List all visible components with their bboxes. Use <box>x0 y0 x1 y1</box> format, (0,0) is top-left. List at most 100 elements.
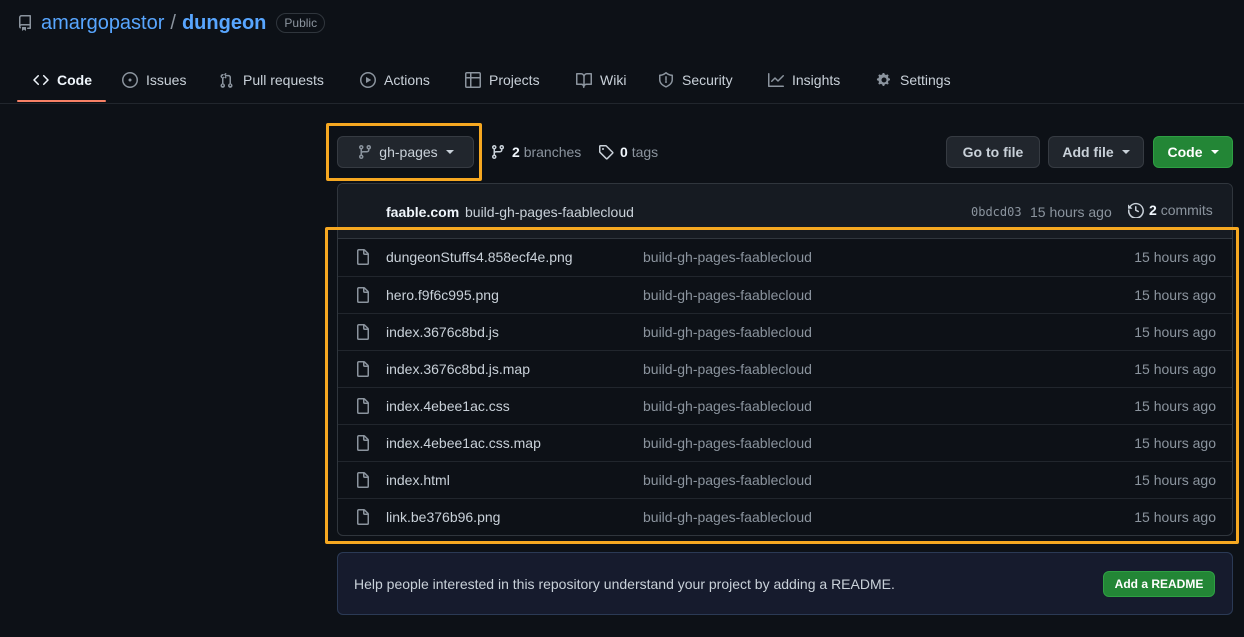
latest-commit-bar: faable.com build-gh-pages-faablecloud 0b… <box>338 184 1232 239</box>
file-commit-message-link[interactable]: build-gh-pages-faablecloud <box>643 361 812 377</box>
tab-label: Pull requests <box>243 71 324 88</box>
file-row[interactable]: index.html build-gh-pages-faablecloud 15… <box>338 461 1232 498</box>
file-row[interactable]: index.3676c8bd.js.map build-gh-pages-faa… <box>338 350 1232 387</box>
add-file-label: Add file <box>1062 144 1114 160</box>
code-button[interactable]: Code <box>1153 136 1233 168</box>
shield-icon <box>658 71 674 88</box>
file-list: faable.com build-gh-pages-faablecloud 0b… <box>337 183 1233 536</box>
repo-name-link[interactable]: dungeon <box>182 12 266 35</box>
tab-label: Settings <box>900 71 951 88</box>
file-icon <box>355 472 371 488</box>
commit-sha-link[interactable]: 0bdcd03 <box>971 205 1022 219</box>
file-icon <box>355 324 371 340</box>
graph-icon <box>768 72 784 88</box>
file-name-link[interactable]: link.be376b96.png <box>386 509 500 525</box>
commits-history-link[interactable]: 2 commits <box>1128 202 1213 218</box>
repo-owner-link[interactable]: amargopastor <box>41 12 164 35</box>
chevron-down-icon <box>1121 150 1130 154</box>
git-branch-icon <box>357 144 373 160</box>
commits-label: commits <box>1160 202 1213 218</box>
commit-message-link[interactable]: build-gh-pages-faablecloud <box>465 204 634 220</box>
repo-path-separator: / <box>170 11 176 34</box>
file-commit-message-link[interactable]: build-gh-pages-faablecloud <box>643 324 812 340</box>
tab-pull-requests[interactable]: Pull requests <box>219 56 324 103</box>
tab-label: Insights <box>792 71 841 88</box>
tab-security[interactable]: Security <box>658 56 733 103</box>
tag-icon <box>598 144 614 160</box>
table-icon <box>465 71 481 88</box>
add-readme-button[interactable]: Add a README <box>1103 571 1215 597</box>
file-name-link[interactable]: hero.f9f6c995.png <box>386 287 499 303</box>
play-icon <box>360 71 376 88</box>
file-commit-message-link[interactable]: build-gh-pages-faablecloud <box>643 287 812 303</box>
file-row[interactable]: index.3676c8bd.js build-gh-pages-faablec… <box>338 313 1232 350</box>
file-icon <box>355 509 371 525</box>
file-name-link[interactable]: index.4ebee1ac.css <box>386 398 510 414</box>
git-branch-icon <box>490 144 506 160</box>
tags-label: tags <box>631 144 659 160</box>
pull-request-icon <box>219 72 235 88</box>
file-icon <box>355 361 371 377</box>
file-name-link[interactable]: index.html <box>386 472 450 488</box>
file-name-link[interactable]: index.3676c8bd.js <box>386 324 499 340</box>
file-row[interactable]: index.4ebee1ac.css build-gh-pages-faable… <box>338 387 1232 424</box>
tab-label: Security <box>682 71 733 88</box>
tab-settings[interactable]: Settings <box>876 56 951 103</box>
tab-projects[interactable]: Projects <box>465 56 540 103</box>
go-to-file-label: Go to file <box>962 144 1024 160</box>
file-icon <box>355 435 371 451</box>
branch-selector-button[interactable]: gh-pages <box>337 136 474 168</box>
file-commit-message-link[interactable]: build-gh-pages-faablecloud <box>643 398 812 414</box>
tab-actions[interactable]: Actions <box>360 56 430 103</box>
file-name-link[interactable]: index.4ebee1ac.css.map <box>386 435 541 451</box>
file-commit-time: 15 hours ago <box>1134 287 1216 303</box>
file-name-link[interactable]: dungeonStuffs4.858ecf4e.png <box>386 249 573 265</box>
file-commit-message-link[interactable]: build-gh-pages-faablecloud <box>643 435 812 451</box>
file-commit-time: 15 hours ago <box>1134 472 1216 488</box>
go-to-file-button[interactable]: Go to file <box>946 136 1040 168</box>
file-commit-time: 15 hours ago <box>1134 361 1216 377</box>
file-row[interactable]: link.be376b96.png build-gh-pages-faablec… <box>338 498 1232 535</box>
file-row[interactable]: hero.f9f6c995.png build-gh-pages-faablec… <box>338 276 1232 313</box>
tab-code[interactable]: Code <box>33 56 92 103</box>
commit-time: 15 hours ago <box>1030 204 1112 220</box>
tab-wiki[interactable]: Wiki <box>576 56 626 103</box>
chevron-down-icon <box>1210 150 1219 154</box>
tags-count: 0 <box>620 144 628 160</box>
file-commit-time: 15 hours ago <box>1134 509 1216 525</box>
repo-header: amargopastor / dungeon Public <box>17 10 326 36</box>
file-commit-time: 15 hours ago <box>1134 435 1216 451</box>
file-commit-message-link[interactable]: build-gh-pages-faablecloud <box>643 249 812 265</box>
tab-insights[interactable]: Insights <box>768 56 840 103</box>
file-name-link[interactable]: index.3676c8bd.js.map <box>386 361 530 377</box>
readme-prompt-text: Help people interested in this repositor… <box>354 576 895 592</box>
tags-link[interactable]: 0 tags <box>598 141 658 163</box>
tab-label: Issues <box>146 71 187 88</box>
repo-icon <box>17 15 33 31</box>
file-commit-message-link[interactable]: build-gh-pages-faablecloud <box>643 472 812 488</box>
file-commit-time: 15 hours ago <box>1134 398 1216 414</box>
file-commit-time: 15 hours ago <box>1134 324 1216 340</box>
branches-link[interactable]: 2 branches <box>490 141 581 163</box>
file-commit-time: 15 hours ago <box>1134 249 1216 265</box>
book-icon <box>576 72 592 88</box>
active-tab-underline <box>17 100 106 102</box>
branch-name: gh-pages <box>379 144 438 160</box>
file-commit-message-link[interactable]: build-gh-pages-faablecloud <box>643 509 812 525</box>
file-row[interactable]: index.4ebee1ac.css.map build-gh-pages-fa… <box>338 424 1232 461</box>
branches-label: branches <box>523 144 582 160</box>
repo-tabs: Code Issues Pull requests Actions Projec… <box>0 56 1244 104</box>
visibility-badge: Public <box>276 13 326 33</box>
gear-icon <box>876 72 892 88</box>
file-row[interactable]: dungeonStuffs4.858ecf4e.png build-gh-pag… <box>338 239 1232 276</box>
tab-issues[interactable]: Issues <box>122 56 186 103</box>
commit-author-link[interactable]: faable.com <box>386 204 459 220</box>
file-icon <box>355 398 371 414</box>
chevron-down-icon <box>445 150 454 154</box>
add-file-button[interactable]: Add file <box>1048 136 1144 168</box>
code-icon <box>33 72 49 88</box>
tab-label: Projects <box>489 71 540 88</box>
branches-count: 2 <box>512 144 520 160</box>
commits-count: 2 <box>1149 202 1157 218</box>
history-icon <box>1128 202 1144 218</box>
